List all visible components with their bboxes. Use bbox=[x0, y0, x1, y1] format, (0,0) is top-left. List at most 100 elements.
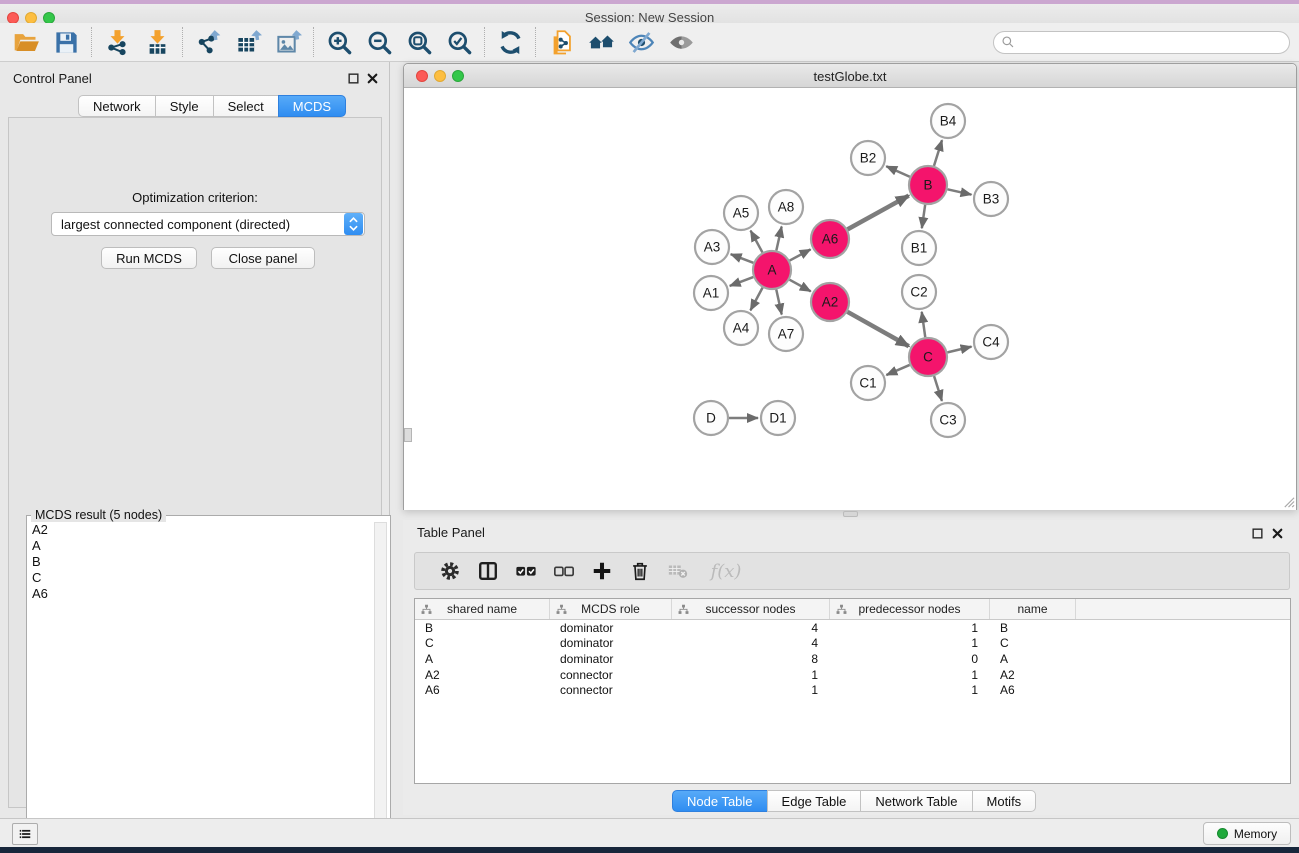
graph-node-D1[interactable]: D1 bbox=[761, 401, 795, 435]
search-field[interactable] bbox=[993, 31, 1290, 54]
graph-edge-B-B1[interactable] bbox=[922, 205, 925, 228]
graph-node-C[interactable]: C bbox=[909, 338, 947, 376]
table-row[interactable]: Cdominator41C bbox=[415, 636, 1290, 652]
graph-edge-A-A2[interactable] bbox=[790, 280, 811, 292]
select-all-columns-button[interactable] bbox=[507, 555, 545, 587]
graph-edge-A6-B[interactable] bbox=[848, 196, 909, 230]
network-canvas[interactable]: A A1 A2 A3 A4 A5 A6 A7 A8 B B1 B2 B3 B4 C C1 C2 C3 C4 D D1 bbox=[404, 88, 1296, 510]
column-header-shared-name[interactable]: shared name bbox=[415, 599, 550, 619]
export-network-button[interactable] bbox=[188, 25, 228, 59]
column-header-successor-nodes[interactable]: successor nodes bbox=[672, 599, 830, 619]
graph-node-C1[interactable]: C1 bbox=[851, 366, 885, 400]
first-neighbors-button[interactable] bbox=[581, 25, 621, 59]
graph-edge-A-A6[interactable] bbox=[790, 249, 811, 260]
run-mcds-button[interactable]: Run MCDS bbox=[101, 247, 197, 269]
mcds-result-item[interactable]: B bbox=[28, 554, 373, 570]
tab-style[interactable]: Style bbox=[155, 95, 214, 117]
graph-edge-C-C3[interactable] bbox=[934, 376, 942, 401]
table-row[interactable]: A6connector11A6 bbox=[415, 682, 1290, 698]
graph-node-A6[interactable]: A6 bbox=[811, 220, 849, 258]
graph-node-B3[interactable]: B3 bbox=[974, 182, 1008, 216]
mcds-result-item[interactable]: A6 bbox=[28, 586, 373, 602]
graph-node-B2[interactable]: B2 bbox=[851, 141, 885, 175]
float-panel-icon[interactable] bbox=[347, 72, 360, 85]
mcds-result-scrollbar[interactable] bbox=[374, 522, 387, 852]
graph-node-A5[interactable]: A5 bbox=[724, 196, 758, 230]
create-column-button[interactable] bbox=[583, 555, 621, 587]
export-table-button[interactable] bbox=[228, 25, 268, 59]
zoom-selected-button[interactable] bbox=[439, 25, 479, 59]
graph-edge-A-A4[interactable] bbox=[750, 288, 762, 311]
graph-node-B4[interactable]: B4 bbox=[931, 104, 965, 138]
open-session-button[interactable] bbox=[6, 25, 46, 59]
table-row[interactable]: A2connector11A2 bbox=[415, 667, 1290, 683]
search-input[interactable] bbox=[993, 31, 1290, 54]
unselect-all-columns-button[interactable] bbox=[545, 555, 583, 587]
mcds-result-item[interactable]: A bbox=[28, 538, 373, 554]
graph-edge-A-A3[interactable] bbox=[731, 254, 754, 263]
tab-edge-table[interactable]: Edge Table bbox=[767, 790, 862, 812]
graph-node-C2[interactable]: C2 bbox=[902, 275, 936, 309]
graph-edge-A-A1[interactable] bbox=[730, 277, 754, 286]
graph-node-B1[interactable]: B1 bbox=[902, 231, 936, 265]
graph-edge-A-A7[interactable] bbox=[776, 290, 781, 315]
apply-layout-button[interactable] bbox=[490, 25, 530, 59]
table-row[interactable]: Bdominator41B bbox=[415, 620, 1290, 636]
show-log-button[interactable] bbox=[12, 823, 38, 845]
table-row[interactable]: Adominator80A bbox=[415, 651, 1290, 667]
column-header-predecessor-nodes[interactable]: predecessor nodes bbox=[830, 599, 990, 619]
import-table-button[interactable] bbox=[137, 25, 177, 59]
zoom-in-button[interactable] bbox=[319, 25, 359, 59]
export-image-button[interactable] bbox=[268, 25, 308, 59]
memory-button[interactable]: Memory bbox=[1203, 822, 1291, 845]
splitter-grip[interactable] bbox=[843, 511, 858, 517]
close-panel-button[interactable]: Close panel bbox=[211, 247, 315, 269]
birdseye-toggle-handle[interactable] bbox=[404, 428, 412, 442]
graph-node-A1[interactable]: A1 bbox=[694, 276, 728, 310]
duplicate-network-button[interactable] bbox=[541, 25, 581, 59]
column-header-name[interactable]: name bbox=[990, 599, 1076, 619]
graph-edge-C-C4[interactable] bbox=[947, 347, 971, 353]
graph-node-D[interactable]: D bbox=[694, 401, 728, 435]
graph-node-A3[interactable]: A3 bbox=[695, 230, 729, 264]
graph-edge-A-A5[interactable] bbox=[751, 231, 763, 253]
close-table-panel-icon[interactable] bbox=[1271, 527, 1284, 540]
tab-mcds[interactable]: MCDS bbox=[278, 95, 346, 117]
import-network-button[interactable] bbox=[97, 25, 137, 59]
table-settings-button[interactable] bbox=[431, 555, 469, 587]
graph-node-C3[interactable]: C3 bbox=[931, 403, 965, 437]
graph-edge-A-A8[interactable] bbox=[776, 227, 781, 251]
optimization-criterion-select[interactable]: largest connected component (directed) bbox=[51, 212, 365, 236]
graph-node-A2[interactable]: A2 bbox=[811, 283, 849, 321]
graph-edge-A2-C[interactable] bbox=[847, 312, 908, 346]
save-session-button[interactable] bbox=[46, 25, 86, 59]
graph-node-B[interactable]: B bbox=[909, 166, 947, 204]
graph-node-A7[interactable]: A7 bbox=[769, 317, 803, 351]
graph-node-A4[interactable]: A4 bbox=[724, 311, 758, 345]
hide-selected-button[interactable] bbox=[621, 25, 661, 59]
show-all-button[interactable] bbox=[661, 25, 701, 59]
graph-edge-C-C2[interactable] bbox=[922, 312, 926, 337]
zoom-out-button[interactable] bbox=[359, 25, 399, 59]
graph-node-C4[interactable]: C4 bbox=[974, 325, 1008, 359]
mcds-result-item[interactable]: C bbox=[28, 570, 373, 586]
mcds-result-item[interactable]: A2 bbox=[28, 522, 373, 538]
graph-edge-B-B4[interactable] bbox=[934, 140, 942, 166]
graph-node-A8[interactable]: A8 bbox=[769, 190, 803, 224]
column-header-mcds-role[interactable]: MCDS role bbox=[550, 599, 672, 619]
tab-node-table[interactable]: Node Table bbox=[672, 790, 768, 812]
graph-edge-B-B2[interactable] bbox=[886, 166, 910, 177]
graph-node-A[interactable]: A bbox=[753, 251, 791, 289]
network-window-titlebar[interactable]: testGlobe.txt bbox=[404, 64, 1296, 88]
float-table-panel-icon[interactable] bbox=[1251, 527, 1264, 540]
close-panel-icon[interactable] bbox=[366, 72, 379, 85]
tab-select[interactable]: Select bbox=[213, 95, 279, 117]
tab-network[interactable]: Network bbox=[78, 95, 156, 117]
delete-columns-button[interactable] bbox=[621, 555, 659, 587]
tab-network-table[interactable]: Network Table bbox=[860, 790, 972, 812]
zoom-fit-button[interactable] bbox=[399, 25, 439, 59]
window-resize-grip[interactable] bbox=[1282, 495, 1295, 508]
graph-edge-B-B3[interactable] bbox=[948, 189, 972, 194]
graph-edge-C-C1[interactable] bbox=[886, 365, 909, 375]
tab-motifs[interactable]: Motifs bbox=[972, 790, 1037, 812]
